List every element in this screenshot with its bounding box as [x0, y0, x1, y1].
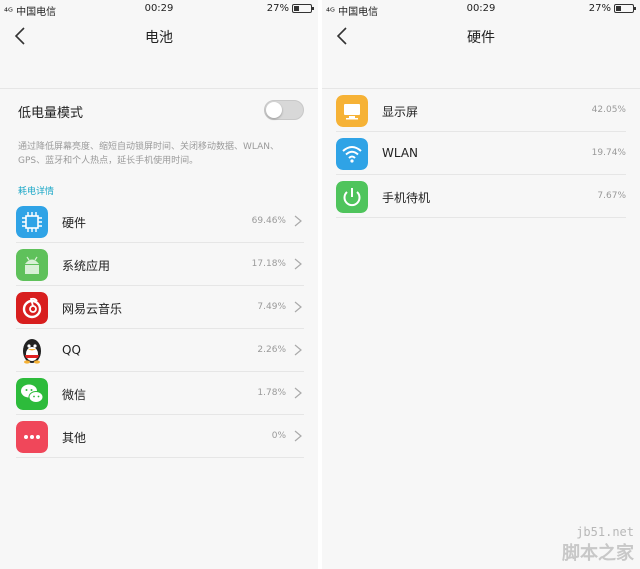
status-bar: ⁴ᴳ 中国电信 00:29 27%	[322, 0, 640, 18]
item-name: 系统应用	[62, 259, 111, 273]
qq-penguin-icon	[16, 335, 48, 367]
power-icon	[336, 181, 368, 213]
item-name: WLAN	[382, 146, 419, 160]
item-name: 硬件	[62, 216, 87, 230]
chevron-right-icon	[294, 215, 302, 227]
watermark-url: jb51.net	[576, 525, 634, 539]
battery-icon	[292, 4, 314, 13]
monitor-icon	[336, 95, 368, 127]
more-dots-icon	[16, 421, 48, 453]
chevron-right-icon	[294, 387, 302, 399]
nav-bar: 硬件	[322, 18, 640, 54]
watermark-site: 脚本之家	[562, 543, 634, 564]
item-percent: 1.78%	[257, 388, 286, 398]
item-percent: 17.18%	[251, 259, 286, 269]
item-percent: 69.46%	[251, 216, 286, 226]
list-item[interactable]: 手机待机 7.67%	[336, 175, 626, 218]
netease-music-icon	[16, 292, 48, 324]
watermark: jb51.net 脚本之家	[562, 525, 634, 565]
item-percent: 7.67%	[597, 191, 626, 201]
item-percent: 19.74%	[591, 148, 626, 158]
item-name: 手机待机	[382, 191, 431, 205]
chip-icon	[16, 206, 48, 238]
status-bar: ⁴ᴳ 中国电信 00:29 27%	[0, 0, 318, 18]
chevron-right-icon	[294, 258, 302, 270]
chevron-right-icon	[294, 344, 302, 356]
battery-status: 27%	[589, 3, 636, 14]
list-item[interactable]: WLAN 19.74%	[336, 132, 626, 175]
item-name: QQ	[62, 343, 81, 357]
battery-status: 27%	[267, 3, 314, 14]
hardware-screen: ⁴ᴳ 中国电信 00:29 27% 硬件 显示屏 42.05% WLAN 19.…	[322, 0, 640, 569]
nav-bar: 电池	[0, 18, 318, 54]
item-percent: 2.26%	[257, 345, 286, 355]
item-name: 显示屏	[382, 105, 419, 119]
chevron-right-icon	[294, 301, 302, 313]
section-label: 耗电详情	[18, 187, 55, 197]
list-item[interactable]: 显示屏 42.05%	[336, 89, 626, 132]
item-name: 微信	[62, 388, 87, 402]
item-name: 其他	[62, 431, 87, 445]
list-item[interactable]: 硬件 69.46%	[16, 200, 304, 243]
item-name: 网易云音乐	[62, 302, 123, 316]
item-percent: 7.49%	[257, 302, 286, 312]
wifi-icon	[336, 138, 368, 170]
usage-list: 硬件 69.46% 系统应用 17.18% 网易云音乐 7.49% QQ 2.2…	[16, 200, 304, 458]
chevron-right-icon	[294, 430, 302, 442]
wechat-icon	[16, 378, 48, 410]
android-icon	[16, 249, 48, 281]
battery-icon	[614, 4, 636, 13]
low-power-description: 通过降低屏幕亮度、缩短自动锁屏时间、关闭移动数据、WLAN、GPS、蓝牙和个人热…	[18, 142, 280, 166]
hardware-list: 显示屏 42.05% WLAN 19.74% 手机待机 7.67%	[336, 89, 626, 218]
item-percent: 0%	[271, 431, 286, 441]
list-item[interactable]: 网易云音乐 7.49%	[16, 286, 304, 329]
list-item[interactable]: 微信 1.78%	[16, 372, 304, 415]
item-percent: 42.05%	[591, 105, 626, 115]
low-power-mode-toggle[interactable]	[264, 100, 304, 120]
list-item[interactable]: 其他 0%	[16, 415, 304, 458]
page-title: 电池	[145, 30, 173, 46]
battery-screen: ⁴ᴳ 中国电信 00:29 27% 电池 低电量模式 通过降低屏幕亮度、缩短自动…	[0, 0, 318, 569]
list-item[interactable]: 系统应用 17.18%	[16, 243, 304, 286]
low-power-mode-label: 低电量模式	[18, 106, 84, 121]
low-power-mode-row: 低电量模式	[18, 96, 304, 126]
list-item[interactable]: QQ 2.26%	[16, 329, 304, 372]
page-title: 硬件	[467, 30, 495, 46]
